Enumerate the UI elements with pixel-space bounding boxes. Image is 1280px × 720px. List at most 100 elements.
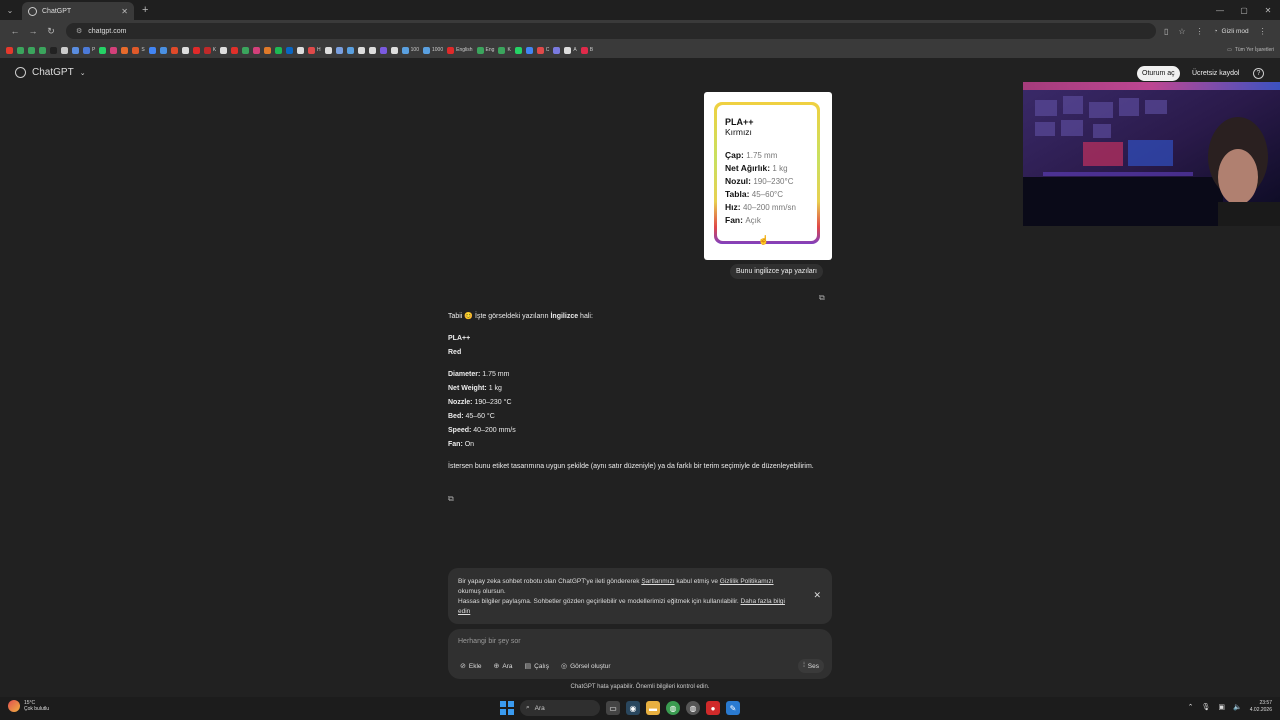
bookmark-item[interactable] <box>242 46 250 54</box>
tray-expand-icon[interactable]: ⌃ <box>1188 703 1194 711</box>
bookmark-item[interactable] <box>357 46 365 54</box>
chrome-icon[interactable]: ◍ <box>666 701 680 715</box>
bookmark-item[interactable] <box>39 46 46 54</box>
clock-date: 4.02.2026 <box>1249 707 1272 713</box>
network-icon[interactable]: ▣ <box>1218 703 1225 711</box>
browser-tab[interactable]: ChatGPT ✕ <box>22 2 134 20</box>
notice-close-icon[interactable]: ✕ <box>813 590 821 600</box>
weather-widget[interactable]: 15°C Çok bulutlu <box>8 700 49 712</box>
bookmark-item[interactable]: H <box>308 46 321 54</box>
maximize-icon[interactable]: ▢ <box>1232 6 1256 15</box>
page-icon[interactable]: ▯ <box>1164 27 1168 36</box>
all-bookmarks[interactable]: ▭ Tüm Yer İşaretleri <box>1227 47 1274 53</box>
bookmark-star-icon[interactable]: ☆ <box>1178 27 1185 36</box>
copy-icon[interactable]: ⧉ <box>819 293 825 303</box>
chatgpt-favicon-icon <box>28 6 37 16</box>
bookmark-item[interactable] <box>72 46 79 54</box>
tab-search-icon[interactable]: ⌄ <box>0 0 20 20</box>
model-selector[interactable]: ChatGPT ⌄ <box>15 67 86 78</box>
steam-icon[interactable]: ◉ <box>626 701 640 715</box>
bookmark-item[interactable] <box>6 46 13 54</box>
privacy-link[interactable]: Gizlilik Politikamızı <box>720 578 774 585</box>
bookmark-item[interactable] <box>181 46 189 54</box>
bookmark-item[interactable]: B <box>580 46 593 54</box>
bookmark-label: K <box>507 47 511 53</box>
bookmark-item[interactable] <box>297 46 305 54</box>
new-tab-icon[interactable]: + <box>142 4 148 16</box>
bookmark-item[interactable]: A <box>564 46 577 54</box>
incognito-indicator[interactable]: ◔ Gizli mod <box>1214 28 1249 35</box>
bookmark-item[interactable]: P <box>83 46 95 54</box>
bookmark-item[interactable] <box>553 46 561 54</box>
bookmark-item[interactable]: C <box>536 46 549 54</box>
more-icon[interactable]: ⋮ <box>1196 27 1204 36</box>
bookmark-item[interactable] <box>231 46 239 54</box>
bookmark-item[interactable] <box>61 46 68 54</box>
bookmark-item[interactable] <box>220 46 228 54</box>
editor-icon[interactable]: ✎ <box>726 701 740 715</box>
bookmark-item[interactable] <box>50 46 57 54</box>
menu-icon[interactable]: ⋮ <box>1259 27 1267 36</box>
bookmark-item[interactable] <box>264 46 272 54</box>
prompt-input[interactable]: Herhangi bir şey sor <box>458 638 521 645</box>
bookmark-item[interactable] <box>159 46 167 54</box>
bookmark-item[interactable] <box>17 46 24 54</box>
bookmark-item[interactable] <box>324 46 332 54</box>
bookmark-item[interactable] <box>121 46 129 54</box>
minimize-icon[interactable]: — <box>1208 6 1232 15</box>
bookmark-item[interactable]: K <box>203 46 216 54</box>
bookmark-item[interactable] <box>514 46 522 54</box>
bookmark-item[interactable] <box>192 46 200 54</box>
bookmark-item[interactable]: Eng <box>476 46 494 54</box>
task-view-icon[interactable]: ▭ <box>606 701 620 715</box>
site-info-icon[interactable]: ⚙ <box>76 27 82 35</box>
forward-icon[interactable]: → <box>24 26 42 36</box>
bookmark-item[interactable]: S <box>132 46 145 54</box>
chrome-incognito-icon[interactable]: ◍ <box>686 701 700 715</box>
tool-çalış-button[interactable]: ▤ Çalış <box>521 659 553 673</box>
bookmark-item[interactable] <box>253 46 261 54</box>
bookmark-item[interactable] <box>110 46 118 54</box>
bookmark-favicon-icon <box>357 46 365 54</box>
back-icon[interactable]: ← <box>6 26 24 36</box>
terms-link[interactable]: Şartlarımızı <box>641 578 674 585</box>
bookmark-item[interactable] <box>148 46 156 54</box>
reload-icon[interactable]: ↻ <box>42 26 60 37</box>
address-field[interactable]: ⚙ chatgpt.com <box>66 23 1156 39</box>
bookmark-item[interactable] <box>390 46 398 54</box>
tool-görsel-oluştur-button[interactable]: ◎ Görsel oluştur <box>557 659 615 673</box>
tab-close-icon[interactable]: ✕ <box>121 7 128 16</box>
recorder-icon[interactable]: ● <box>706 701 720 715</box>
windows-start-icon[interactable] <box>500 701 514 715</box>
tool-ekle-button[interactable]: ⊘ Ekle <box>456 659 486 673</box>
bookmark-item[interactable]: K <box>498 46 511 54</box>
spec-key: Net Weight: <box>448 385 487 392</box>
bookmark-item[interactable]: 100 <box>401 46 419 54</box>
bookmark-item[interactable] <box>275 46 283 54</box>
voice-button[interactable]: ⦙ Ses <box>798 659 824 673</box>
bookmark-item[interactable] <box>286 46 294 54</box>
bookmark-item[interactable] <box>368 46 376 54</box>
clock[interactable]: 23:57 4.02.2026 <box>1250 700 1272 714</box>
bookmark-item[interactable] <box>335 46 343 54</box>
tool-ara-button[interactable]: ⊕ Ara <box>490 659 517 673</box>
bookmark-item[interactable]: 1000 <box>423 46 443 54</box>
openai-logo-icon <box>15 67 26 78</box>
bookmark-item[interactable] <box>346 46 354 54</box>
bookmark-item[interactable] <box>28 46 35 54</box>
file-explorer-icon[interactable]: ▬ <box>646 701 660 715</box>
bookmark-item[interactable] <box>99 46 107 54</box>
taskbar-search[interactable]: ⌕ Ara <box>520 700 600 716</box>
login-button[interactable]: Oturum aç <box>1137 66 1180 81</box>
copy-response-icon[interactable]: ⧉ <box>448 494 454 504</box>
bookmark-item[interactable] <box>525 46 533 54</box>
signup-button[interactable]: Ücretsiz kaydol <box>1186 66 1245 81</box>
window-close-icon[interactable]: ✕ <box>1256 6 1280 15</box>
incognito-icon: ◔ <box>1213 27 1218 35</box>
mic-icon[interactable]: 🎙 <box>1202 703 1211 711</box>
bookmark-item[interactable]: English <box>447 46 473 54</box>
bookmark-item[interactable] <box>379 46 387 54</box>
bookmark-item[interactable] <box>170 46 178 54</box>
help-icon[interactable]: ? <box>1253 68 1264 79</box>
volume-icon[interactable]: 🔈 <box>1233 703 1242 711</box>
